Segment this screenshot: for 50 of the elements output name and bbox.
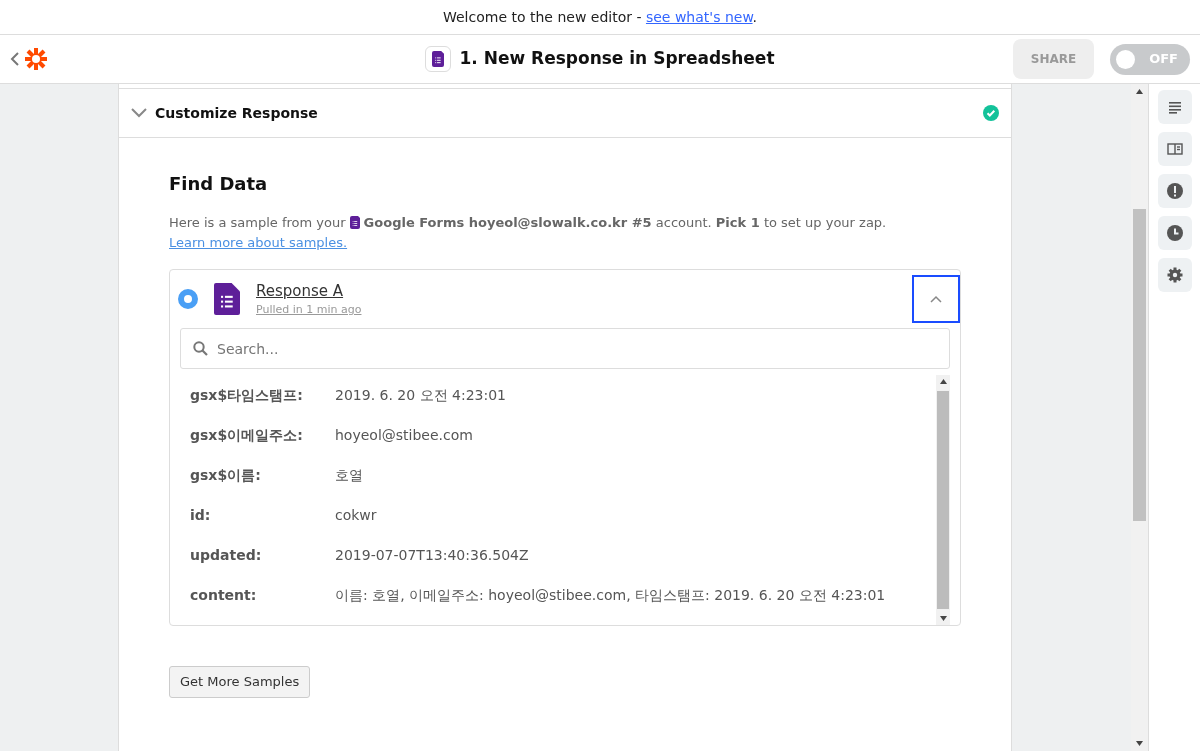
intro-text: Here is a sample from your Google Forms hoyeol@slowalk.co.kr #5 account. Pick 1 to set up your zap. Learn more about samples. — [169, 214, 888, 252]
form-document-icon — [349, 216, 360, 229]
scroll-down-arrow-icon[interactable] — [1136, 741, 1143, 746]
section-title[interactable]: Customize Response — [155, 102, 975, 124]
get-more-samples-button[interactable]: Get More Samples — [169, 666, 311, 698]
scroll-up-arrow-icon[interactable] — [939, 379, 947, 384]
sidebar-button[interactable] — [1157, 216, 1192, 250]
pulled-time: Pulled in 1 min ago — [256, 302, 363, 318]
field-label: id: — [189, 505, 212, 525]
asterisk-logo-icon[interactable] — [24, 47, 48, 71]
step-title: 1. New Response in Spreadsheet — [459, 47, 775, 71]
settings-icon — [1166, 267, 1183, 283]
field-label: gsx$이름: — [189, 465, 262, 485]
collapse-button[interactable] — [912, 275, 960, 323]
field-value: 2019. 6. 20 오전 4:23:01 — [335, 385, 507, 405]
sidebar-button[interactable] — [1157, 258, 1192, 292]
form-document-icon — [214, 283, 240, 315]
search-field[interactable]: Search... — [180, 328, 950, 369]
learn-more-link[interactable]: Learn more about samples. — [169, 235, 348, 250]
share-button[interactable]: SHARE — [1013, 39, 1094, 79]
sidebar-button[interactable] — [1157, 174, 1192, 208]
field-value: 호열 — [335, 465, 363, 485]
field-label: gsx$타임스탬프: — [189, 385, 304, 405]
scroll-up-arrow-icon[interactable] — [1136, 89, 1143, 94]
alert-icon — [1166, 183, 1183, 199]
whats-new-link[interactable]: see what's new — [645, 8, 753, 25]
page-scrollbar[interactable] — [1131, 84, 1148, 751]
back-chevron-icon[interactable] — [10, 52, 20, 66]
radio-button[interactable] — [178, 289, 198, 309]
field-value: hoyeol@stibee.com — [335, 425, 473, 445]
field-value: cokwr — [335, 505, 377, 525]
banner-text: Welcome to the new editor - see what's new. — [443, 7, 757, 27]
field-label: content: — [189, 585, 258, 605]
field-label: updated: — [189, 545, 263, 565]
sidebar-button[interactable] — [1157, 132, 1192, 166]
field-value: 2019-07-07T13:40:36.504Z — [335, 545, 529, 565]
clock-icon — [1166, 225, 1183, 241]
chevron-up-icon — [930, 295, 942, 303]
field-label: gsx$이메일주소: — [189, 425, 304, 445]
lines-icon — [1166, 99, 1183, 115]
search-icon — [193, 341, 208, 356]
scroll-down-arrow-icon[interactable] — [939, 616, 947, 621]
chevron-down-icon[interactable] — [131, 108, 147, 118]
section-heading: Find Data — [169, 172, 269, 196]
sample-title[interactable]: Response A — [256, 279, 896, 302]
form-document-icon — [432, 51, 445, 67]
book-icon — [1166, 141, 1183, 157]
sidebar-button[interactable] — [1157, 90, 1192, 124]
scrollbar[interactable] — [936, 375, 950, 625]
field-value: 이름: 호열, 이메일주소: hoyeol@stibee.com, 타임스탬프: 2019. 6. 20 오전 4:23:01 — [335, 585, 886, 605]
